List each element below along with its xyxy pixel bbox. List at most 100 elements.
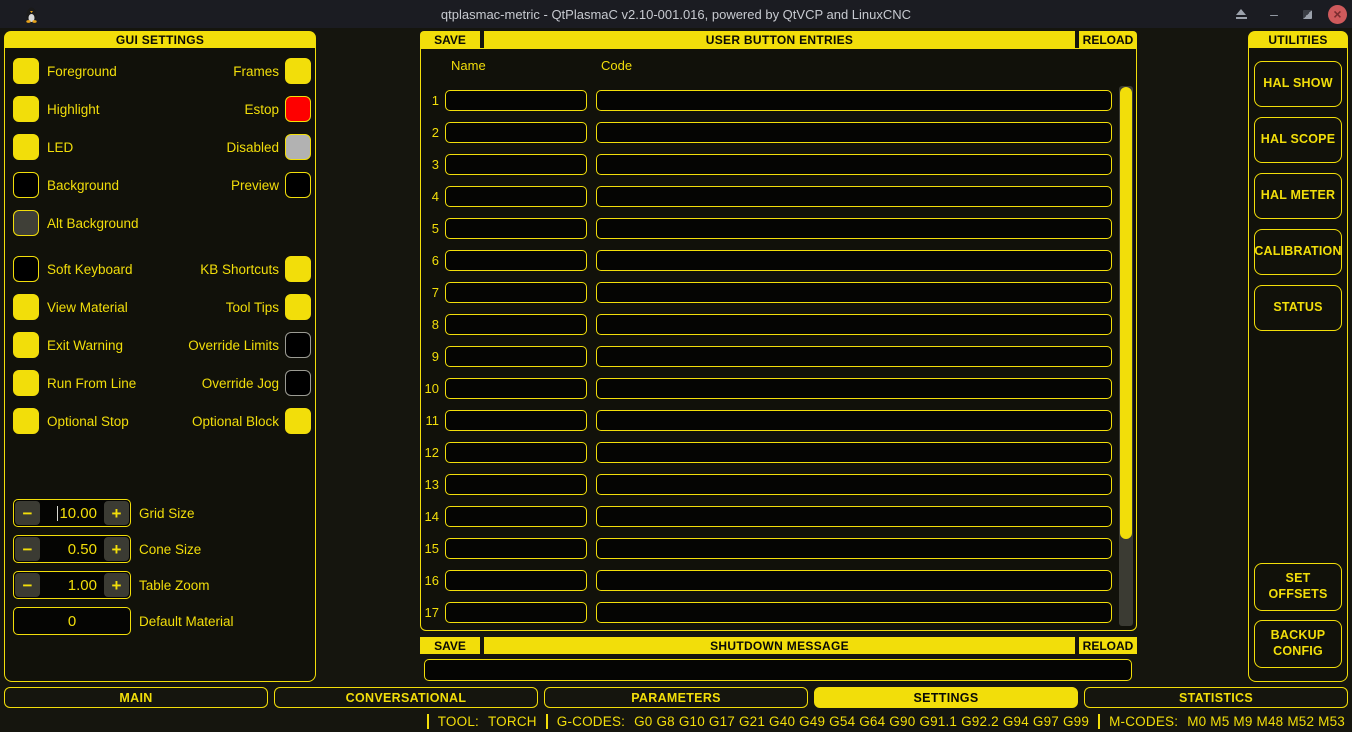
status-button[interactable]: STATUS [1254, 285, 1342, 331]
user-button-name-input-14[interactable] [445, 505, 587, 527]
tab-conversational[interactable]: CONVERSATIONAL [274, 687, 538, 708]
user-button-name-input-7[interactable] [445, 281, 587, 303]
color-button-alt-background[interactable] [13, 210, 39, 236]
minimize-button[interactable]: – [1262, 2, 1286, 26]
checkbox-exit-warning[interactable] [13, 332, 39, 358]
shutdown-reload-button[interactable]: RELOAD [1079, 637, 1137, 654]
backup-config-button[interactable]: BACKUP CONFIG [1254, 620, 1342, 668]
checkbox-override-jog[interactable] [285, 370, 311, 396]
user-button-row-number: 4 [431, 188, 439, 204]
tab-parameters[interactable]: PARAMETERS [544, 687, 808, 708]
user-button-name-input-1[interactable] [445, 89, 587, 111]
default-material-field[interactable]: 0 [13, 607, 131, 635]
title-bar: qtplasmac-metric - QtPlasmaC v2.10-001.0… [0, 0, 1352, 28]
user-button-code-input-5[interactable] [596, 217, 1112, 239]
user-button-code-input-13[interactable] [596, 473, 1112, 495]
user-button-name-input-11[interactable] [445, 409, 587, 431]
grid-size-decrement-button[interactable]: − [15, 501, 40, 525]
user-buttons-save-button[interactable]: SAVE [420, 31, 480, 48]
user-button-name-input-3[interactable] [445, 153, 587, 175]
grid-size-increment-button[interactable]: + [104, 501, 129, 525]
checkbox-optional-block[interactable] [285, 408, 311, 434]
maximize-button[interactable] [1295, 2, 1319, 26]
gcodes-label: G-CODES: [556, 713, 626, 729]
user-button-code-input-8[interactable] [596, 313, 1112, 335]
checkbox-tool-tips[interactable] [285, 294, 311, 320]
hal-meter-button[interactable]: HAL METER [1254, 173, 1342, 219]
table-zoom-label: Table Zoom [139, 577, 210, 593]
shutdown-save-button[interactable]: SAVE [420, 637, 480, 654]
user-button-code-input-16[interactable] [596, 569, 1112, 591]
checkbox-run-from-line[interactable] [13, 370, 39, 396]
close-button[interactable]: × [1328, 4, 1347, 24]
status-separator [426, 713, 429, 729]
tab-settings[interactable]: SETTINGS [814, 687, 1078, 708]
cone-size-spinbox[interactable]: −0.50 + [13, 535, 131, 563]
checkbox-override-limits[interactable] [285, 332, 311, 358]
grid-size-spinbox[interactable]: −10.00 + [13, 499, 131, 527]
grid-size-value[interactable]: 10.00 [40, 505, 104, 522]
user-button-code-input-17[interactable] [596, 601, 1112, 623]
user-button-code-input-4[interactable] [596, 185, 1112, 207]
user-button-name-input-13[interactable] [445, 473, 587, 495]
table-zoom-decrement-button[interactable]: − [15, 573, 40, 597]
color-button-disabled[interactable] [285, 134, 311, 160]
user-button-name-input-16[interactable] [445, 569, 587, 591]
color-button-led[interactable] [13, 134, 39, 160]
table-zoom-value[interactable]: 1.00 [40, 577, 104, 594]
user-button-code-input-12[interactable] [596, 441, 1112, 463]
user-button-name-input-6[interactable] [445, 249, 587, 271]
color-button-preview[interactable] [285, 172, 311, 198]
scrollbar-thumb[interactable] [1120, 87, 1132, 539]
user-button-name-input-15[interactable] [445, 537, 587, 559]
set-offsets-button[interactable]: SET OFFSETS [1254, 563, 1342, 611]
user-button-code-input-10[interactable] [596, 377, 1112, 399]
user-button-name-input-4[interactable] [445, 185, 587, 207]
user-button-code-input-6[interactable] [596, 249, 1112, 271]
user-button-code-input-11[interactable] [596, 409, 1112, 431]
color-button-estop[interactable] [285, 96, 311, 122]
user-buttons-reload-button[interactable]: RELOAD [1079, 31, 1137, 48]
checkbox-view-material[interactable] [13, 294, 39, 320]
user-button-name-input-12[interactable] [445, 441, 587, 463]
calibration-button[interactable]: CALIBRATION [1254, 229, 1342, 275]
color-button-background[interactable] [13, 172, 39, 198]
user-button-name-input-5[interactable] [445, 217, 587, 239]
tab-statistics[interactable]: STATISTICS [1084, 687, 1348, 708]
cone-size-increment-button[interactable]: + [104, 537, 129, 561]
user-button-name-input-10[interactable] [445, 377, 587, 399]
user-button-row-number: 12 [424, 444, 439, 460]
color-button-highlight[interactable] [13, 96, 39, 122]
table-zoom-spinbox[interactable]: −1.00 + [13, 571, 131, 599]
user-button-code-input-7[interactable] [596, 281, 1112, 303]
user-button-row: 15 [423, 532, 1112, 564]
checkbox-optional-stop[interactable] [13, 408, 39, 434]
color-button-frames[interactable] [285, 58, 311, 84]
user-button-name-input-17[interactable] [445, 601, 587, 623]
color-button-foreground[interactable] [13, 58, 39, 84]
user-button-name-input-8[interactable] [445, 313, 587, 335]
user-button-row: 17 [423, 596, 1112, 628]
cone-size-decrement-button[interactable]: − [15, 537, 40, 561]
user-button-code-input-9[interactable] [596, 345, 1112, 367]
checkbox-soft-keyboard[interactable] [13, 256, 39, 282]
shutdown-message-input[interactable] [424, 659, 1132, 681]
checkbox-kb-shortcuts[interactable] [285, 256, 311, 282]
user-button-code-input-1[interactable] [596, 89, 1112, 111]
hal-scope-button[interactable]: HAL SCOPE [1254, 117, 1342, 163]
user-button-name-input-9[interactable] [445, 345, 587, 367]
user-button-name-input-2[interactable] [445, 121, 587, 143]
user-button-code-input-15[interactable] [596, 537, 1112, 559]
scrollbar-track[interactable] [1119, 86, 1133, 626]
cone-size-value[interactable]: 0.50 [40, 541, 104, 558]
hal-show-button[interactable]: HAL SHOW [1254, 61, 1342, 107]
user-button-code-input-2[interactable] [596, 121, 1112, 143]
table-zoom-increment-button[interactable]: + [104, 573, 129, 597]
user-button-code-input-14[interactable] [596, 505, 1112, 527]
label-exit-warning: Exit Warning [47, 337, 124, 353]
user-button-row: 11 [423, 404, 1112, 436]
shade-button[interactable] [1229, 2, 1253, 26]
tab-main[interactable]: MAIN [4, 687, 268, 708]
user-button-code-input-3[interactable] [596, 153, 1112, 175]
code-column-header: Code [601, 58, 633, 73]
